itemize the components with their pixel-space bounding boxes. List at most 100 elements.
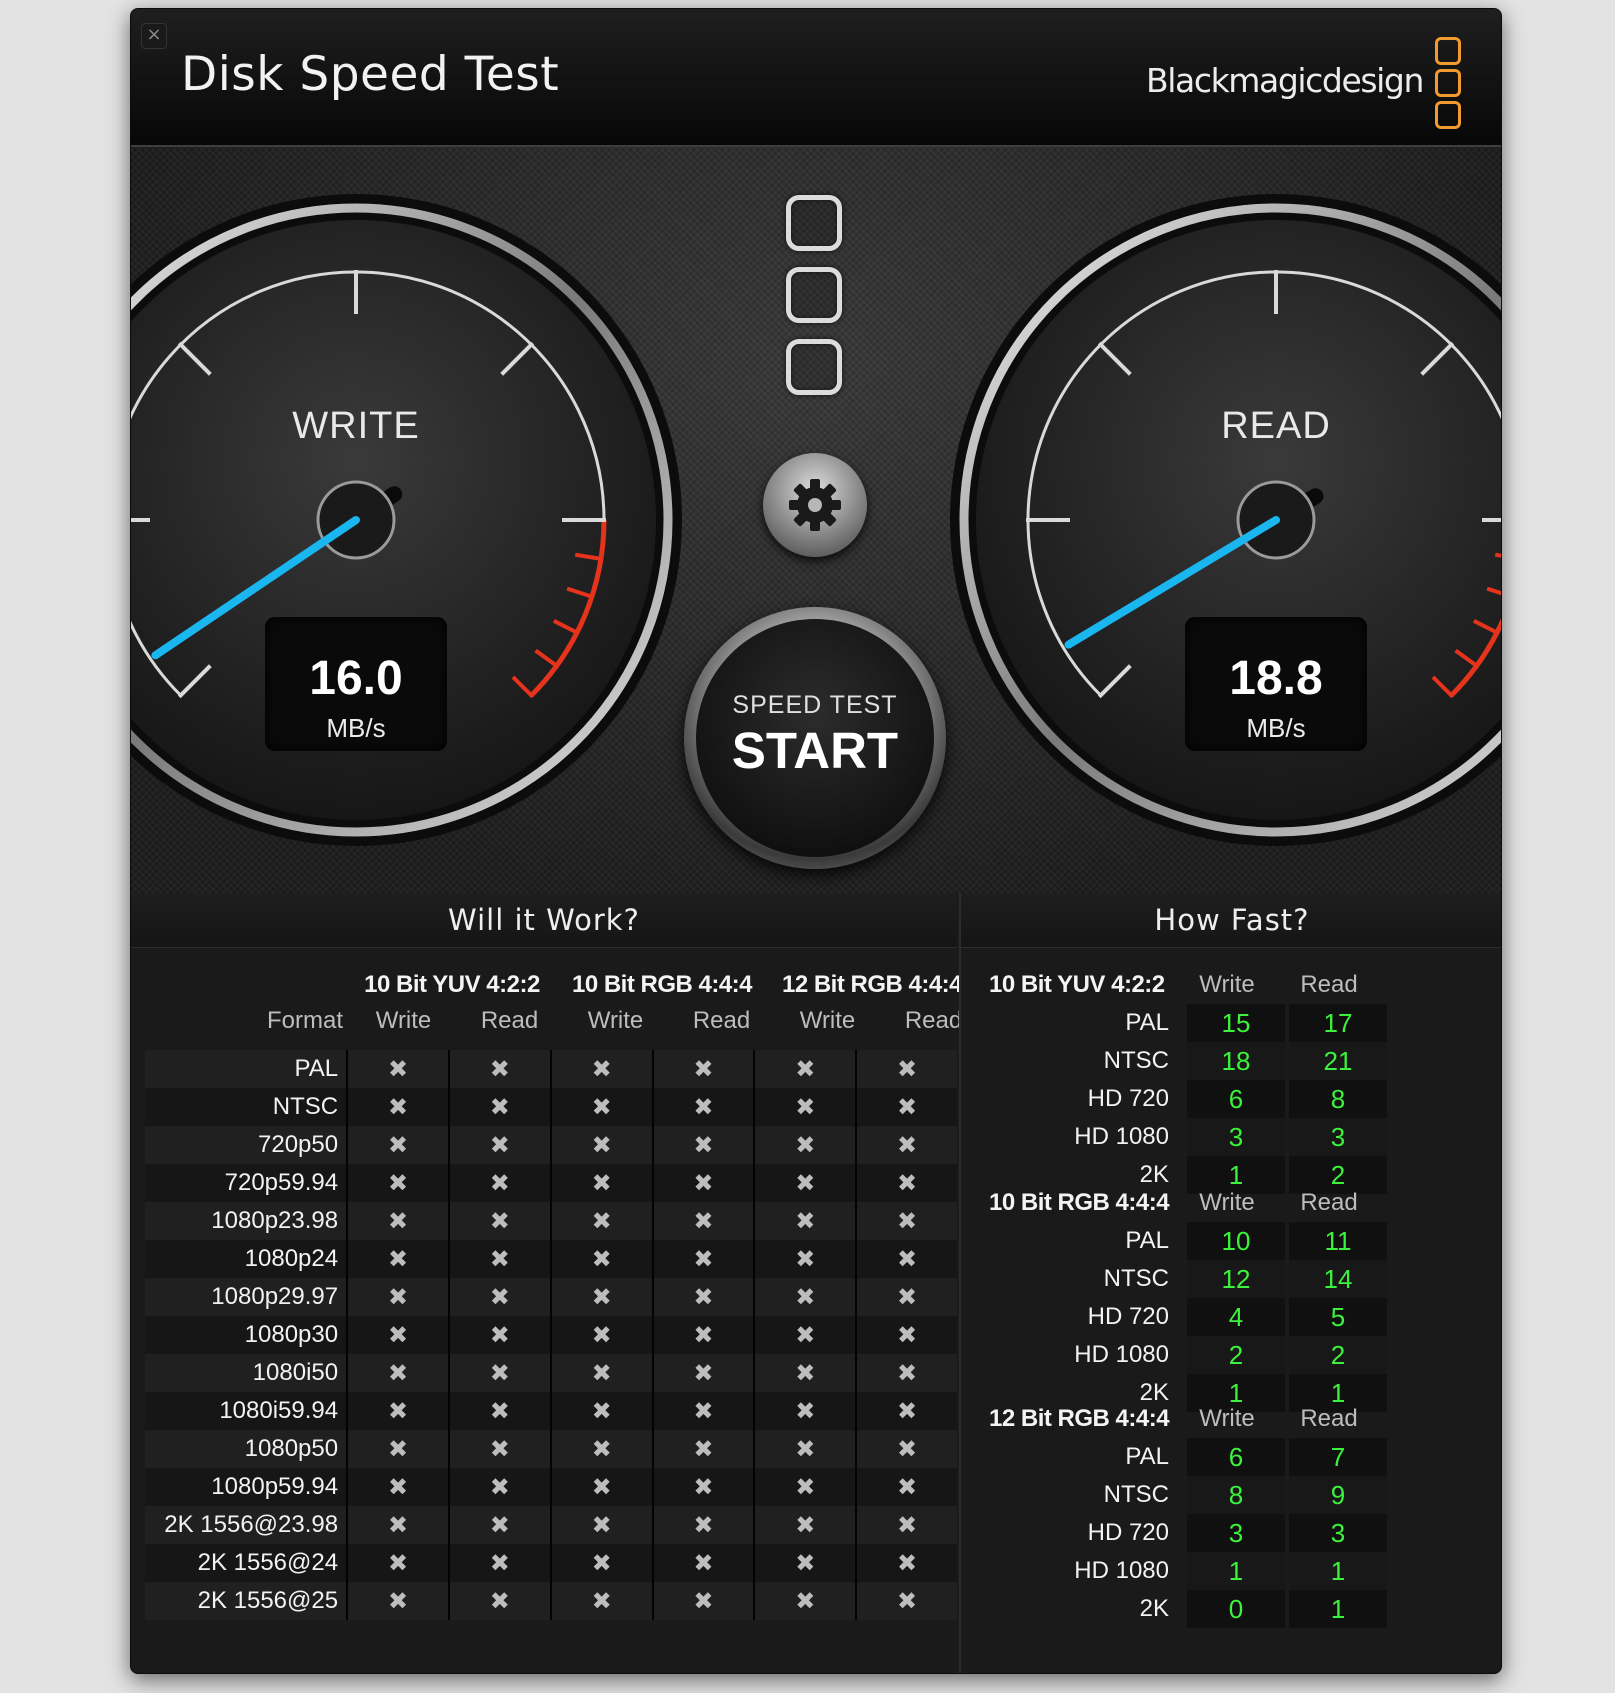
format-name: NTSC xyxy=(1103,1265,1169,1292)
how-fast-row: NTSC 18 21 xyxy=(961,1042,1387,1080)
write-dial xyxy=(131,194,682,846)
gear-icon xyxy=(789,479,841,531)
fail-x-icon: ✖ xyxy=(855,1278,957,1316)
format-name: 2K 1556@24 xyxy=(145,1544,348,1582)
fail-x-icon: ✖ xyxy=(549,1278,653,1316)
read-gauge: READ 18.8 MB/s xyxy=(941,185,1501,855)
how-fast-row: HD 1080 1 1 xyxy=(961,1552,1387,1590)
app-window: × Disk Speed Test Blackmagicdesign WRITE… xyxy=(130,8,1502,1674)
read-fps-value: 2 xyxy=(1285,1336,1387,1374)
close-button[interactable]: × xyxy=(141,23,167,49)
how-fast-group-header: 12 Bit RGB 4:4:4 Write Read xyxy=(961,1399,1501,1435)
fail-x-icon: ✖ xyxy=(651,1582,755,1620)
fail-x-icon: ✖ xyxy=(855,1506,957,1544)
read-speed-value: 18.8 xyxy=(1229,652,1323,705)
fail-x-icon: ✖ xyxy=(855,1392,957,1430)
write-fps-value: 15 xyxy=(1183,1004,1287,1042)
fail-x-icon: ✖ xyxy=(855,1430,957,1468)
fail-x-icon: ✖ xyxy=(855,1582,957,1620)
fail-x-icon: ✖ xyxy=(651,1240,755,1278)
fail-x-icon: ✖ xyxy=(753,1278,857,1316)
fail-x-icon: ✖ xyxy=(549,1468,653,1506)
fail-x-icon: ✖ xyxy=(549,1316,653,1354)
will-col-yuv422-write: Write xyxy=(375,1007,432,1034)
how-fast-group: 12 Bit RGB 4:4:4 Write Read PAL 6 7 NTSC 8 9 HD 7… xyxy=(961,1399,1501,1628)
read-dial xyxy=(950,194,1501,846)
write-fps-value: 6 xyxy=(1183,1438,1287,1476)
fail-x-icon: ✖ xyxy=(753,1430,857,1468)
fail-x-icon: ✖ xyxy=(651,1506,755,1544)
read-fps-value: 3 xyxy=(1285,1118,1387,1156)
format-name: 2K 1556@23.98 xyxy=(145,1506,348,1544)
format-name: 1080p50 xyxy=(145,1430,348,1468)
write-fps-value: 2 xyxy=(1183,1336,1287,1374)
how-fast-table: PAL 10 11 NTSC 12 14 HD 720 4 5 HD 1080 2 2 2K 1 1 xyxy=(961,1222,1387,1412)
how-read-header: Read xyxy=(1300,1405,1358,1432)
read-readout: 18.8 MB/s xyxy=(1185,617,1367,751)
fail-x-icon: ✖ xyxy=(549,1430,653,1468)
title-bar[interactable]: × Disk Speed Test Blackmagicdesign xyxy=(131,9,1501,147)
format-name: HD 1080 xyxy=(1074,1341,1169,1368)
will-row: 1080p24 ✖ ✖ ✖ ✖ ✖ ✖ xyxy=(145,1240,957,1278)
will-col-rgb444-10bit-write: Write xyxy=(587,1007,644,1034)
will-it-work-table: PAL ✖ ✖ ✖ ✖ ✖ ✖ NTSC ✖ ✖ ✖ ✖ ✖ ✖ 720p50 ✖ ✖ ✖ ✖ ✖ ✖ 720p59.94… xyxy=(145,1050,957,1620)
fail-x-icon: ✖ xyxy=(447,1430,551,1468)
app-title: Disk Speed Test xyxy=(181,47,560,102)
will-row: 1080p30 ✖ ✖ ✖ ✖ ✖ ✖ xyxy=(145,1316,957,1354)
write-fps-value: 1 xyxy=(1183,1552,1287,1590)
fail-x-icon: ✖ xyxy=(346,1506,449,1544)
write-readout: 16.0 MB/s xyxy=(265,617,447,751)
fail-x-icon: ✖ xyxy=(447,1506,551,1544)
fail-x-icon: ✖ xyxy=(753,1392,857,1430)
fail-x-icon: ✖ xyxy=(346,1316,449,1354)
fail-x-icon: ✖ xyxy=(447,1354,551,1392)
start-caption: SPEED TEST xyxy=(732,691,898,719)
will-row: 1080p59.94 ✖ ✖ ✖ ✖ ✖ ✖ xyxy=(145,1468,957,1506)
fail-x-icon: ✖ xyxy=(753,1316,857,1354)
fail-x-icon: ✖ xyxy=(447,1316,551,1354)
fail-x-icon: ✖ xyxy=(447,1202,551,1240)
write-fps-value: 6 xyxy=(1183,1080,1287,1118)
how-fast-row: HD 720 3 3 xyxy=(961,1514,1387,1552)
will-row: 720p59.94 ✖ ✖ ✖ ✖ ✖ ✖ xyxy=(145,1164,957,1202)
how-fast-row: NTSC 12 14 xyxy=(961,1260,1387,1298)
fail-x-icon: ✖ xyxy=(753,1354,857,1392)
format-name: 720p59.94 xyxy=(145,1164,348,1202)
write-fps-value: 3 xyxy=(1183,1514,1287,1552)
fail-x-icon: ✖ xyxy=(855,1316,957,1354)
fail-x-icon: ✖ xyxy=(855,1164,957,1202)
settings-button[interactable] xyxy=(763,453,867,557)
format-name: PAL xyxy=(145,1050,348,1088)
fail-x-icon: ✖ xyxy=(753,1088,857,1126)
fail-x-icon: ✖ xyxy=(855,1468,957,1506)
start-button[interactable]: SPEED TEST START xyxy=(684,607,946,869)
how-fast-table: PAL 15 17 NTSC 18 21 HD 720 6 8 HD 1080 3 3 2K 1 2 xyxy=(961,1004,1387,1194)
read-fps-value: 7 xyxy=(1285,1438,1387,1476)
fail-x-icon: ✖ xyxy=(549,1126,653,1164)
format-name: 1080p29.97 xyxy=(145,1278,348,1316)
fail-x-icon: ✖ xyxy=(447,1050,551,1088)
how-write-header: Write xyxy=(1199,971,1255,998)
fail-x-icon: ✖ xyxy=(447,1088,551,1126)
fail-x-icon: ✖ xyxy=(346,1202,449,1240)
fail-x-icon: ✖ xyxy=(346,1392,449,1430)
format-name: 1080p59.94 xyxy=(145,1468,348,1506)
fail-x-icon: ✖ xyxy=(346,1354,449,1392)
will-row: 1080p29.97 ✖ ✖ ✖ ✖ ✖ ✖ xyxy=(145,1278,957,1316)
fail-x-icon: ✖ xyxy=(651,1202,755,1240)
format-name: HD 1080 xyxy=(1074,1123,1169,1150)
fail-x-icon: ✖ xyxy=(855,1240,957,1278)
will-col-rgb444-10bit-read: Read xyxy=(692,1007,751,1034)
how-fast-row: HD 1080 3 3 xyxy=(961,1118,1387,1156)
format-name: 2K 1556@25 xyxy=(145,1582,348,1620)
fail-x-icon: ✖ xyxy=(346,1544,449,1582)
fail-x-icon: ✖ xyxy=(651,1050,755,1088)
write-fps-value: 4 xyxy=(1183,1298,1287,1336)
how-fast-row: HD 1080 2 2 xyxy=(961,1336,1387,1374)
fail-x-icon: ✖ xyxy=(447,1468,551,1506)
read-fps-value: 5 xyxy=(1285,1298,1387,1336)
fail-x-icon: ✖ xyxy=(549,1050,653,1088)
format-name: HD 720 xyxy=(1087,1303,1169,1330)
how-read-header: Read xyxy=(1300,971,1358,998)
fail-x-icon: ✖ xyxy=(651,1088,755,1126)
